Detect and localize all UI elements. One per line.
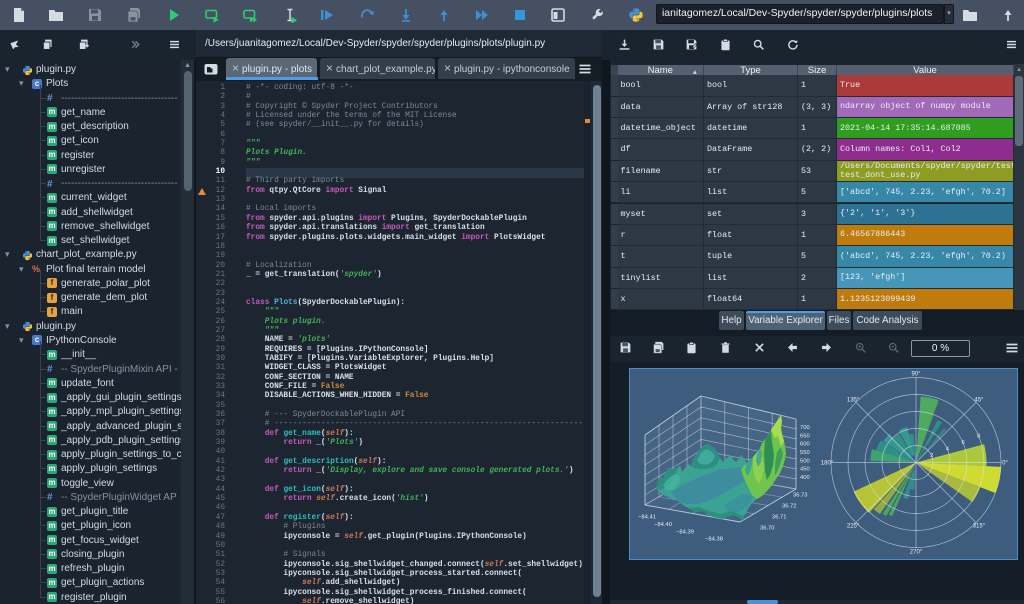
svg-text:270°: 270° (910, 550, 923, 556)
svg-text:650: 650 (800, 433, 810, 439)
svg-text:45°: 45° (974, 398, 984, 404)
svg-text:−84.39: −84.39 (676, 530, 694, 536)
svg-text:315°: 315° (973, 523, 986, 529)
svg-text:500: 500 (800, 458, 810, 464)
svg-text:6: 6 (961, 440, 964, 446)
svg-text:550: 550 (800, 450, 810, 456)
svg-text:−84.40: −84.40 (654, 522, 672, 528)
svg-text:8: 8 (977, 434, 980, 440)
svg-text:600: 600 (800, 442, 810, 448)
svg-text:36.73: 36.73 (793, 493, 808, 499)
svg-text:225°: 225° (847, 523, 860, 529)
svg-text:700: 700 (800, 425, 810, 431)
svg-text:−84.38: −84.38 (705, 537, 723, 543)
svg-text:180°: 180° (821, 461, 834, 467)
svg-text:36.71: 36.71 (772, 515, 787, 521)
svg-text:36.72: 36.72 (782, 504, 797, 510)
svg-text:135°: 135° (847, 398, 860, 404)
svg-text:400: 400 (800, 475, 810, 481)
svg-text:−84.41: −84.41 (638, 515, 656, 521)
svg-text:0°: 0° (1002, 461, 1008, 467)
svg-text:90°: 90° (911, 372, 921, 378)
svg-text:2: 2 (930, 453, 933, 459)
svg-text:450: 450 (800, 467, 810, 473)
svg-text:36.70: 36.70 (760, 526, 775, 532)
